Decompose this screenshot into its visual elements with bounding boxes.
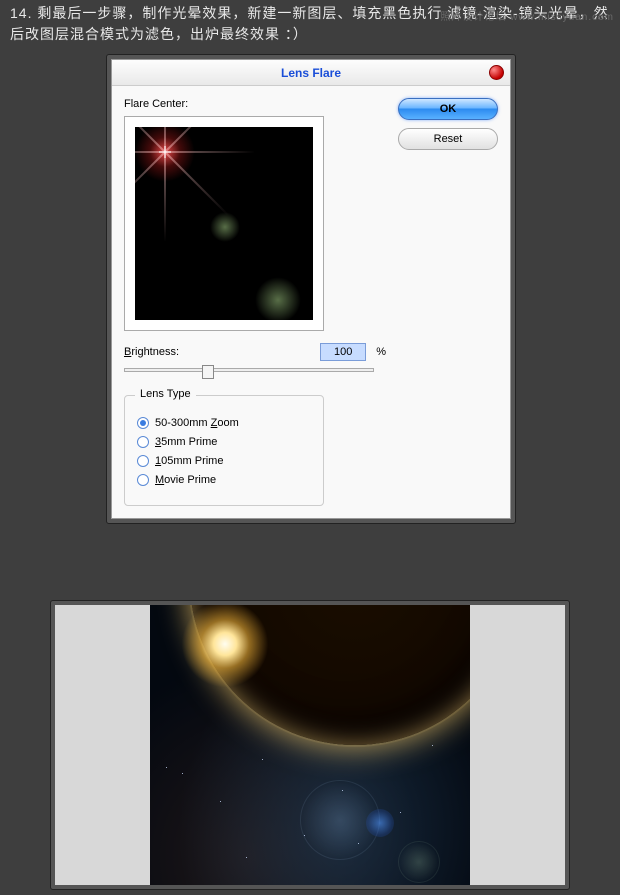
lens-type-legend: Lens Type [135, 388, 196, 400]
brightness-unit: % [376, 346, 386, 358]
lens-flare-dialog: Lens Flare Flare Center: Brightness: [106, 54, 516, 524]
close-icon[interactable] [489, 65, 504, 80]
brightness-label: Brightness: [124, 346, 179, 358]
brightness-slider[interactable] [124, 365, 374, 381]
dialog-titlebar[interactable]: Lens Flare [112, 60, 510, 86]
radio-label: Movie Prime [155, 474, 216, 486]
radio-icon [137, 436, 149, 448]
lens-orb-icon [398, 841, 440, 883]
ok-button[interactable]: OK [398, 98, 498, 120]
reset-button[interactable]: Reset [398, 128, 498, 150]
lens-orb-icon [366, 809, 394, 837]
final-result-image [150, 605, 470, 885]
radio-icon [137, 474, 149, 486]
radio-label: 50-300mm Zoom [155, 417, 239, 429]
radio-50-300mm-zoom[interactable]: 50-300mm Zoom [137, 417, 311, 429]
radio-label: 105mm Prime [155, 455, 223, 467]
brightness-input[interactable] [320, 343, 366, 361]
flare-center-crosshair-icon[interactable] [159, 146, 171, 158]
radio-35mm-prime[interactable]: 35mm Prime [137, 436, 311, 448]
flare-preview-frame [124, 116, 324, 331]
slider-thumb-icon[interactable] [202, 365, 214, 379]
flare-center-label: Flare Center: [124, 98, 386, 110]
flare-preview-canvas[interactable] [135, 127, 313, 320]
radio-icon [137, 417, 149, 429]
radio-105mm-prime[interactable]: 105mm Prime [137, 455, 311, 467]
lens-type-group: Lens Type 50-300mm Zoom 35mm Prime 105mm… [124, 395, 324, 506]
radio-icon [137, 455, 149, 467]
result-preview-frame [50, 600, 570, 890]
watermark-text: 照片设计论坛 www.missyuan.com [440, 8, 614, 23]
radio-movie-prime[interactable]: Movie Prime [137, 474, 311, 486]
dialog-title: Lens Flare [281, 66, 341, 80]
radio-label: 35mm Prime [155, 436, 217, 448]
